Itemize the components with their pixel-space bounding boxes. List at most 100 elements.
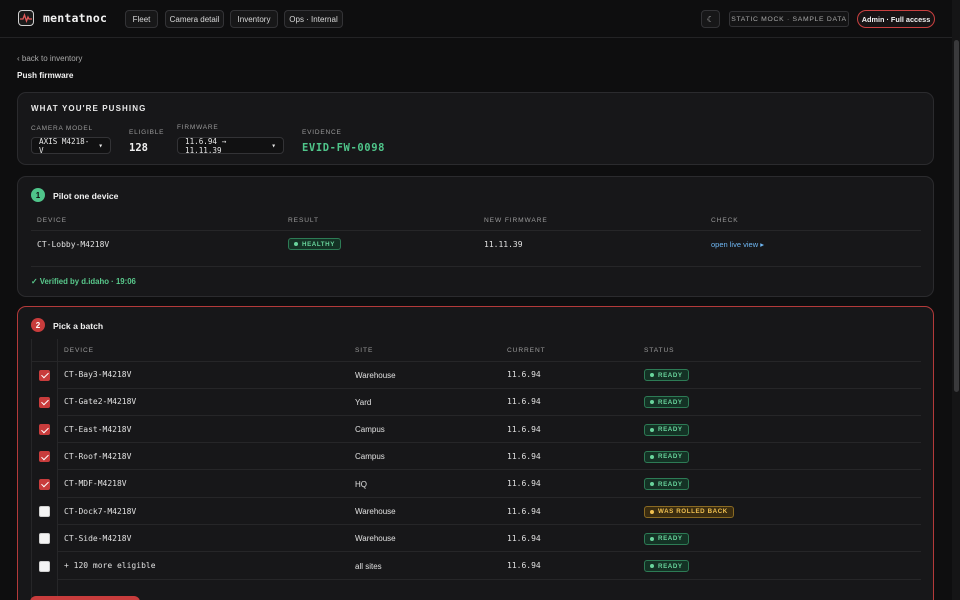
status-dot-icon [650,509,654,514]
step-one-badge: 1 [31,188,45,202]
evidence-label: EVIDENCE [302,129,342,136]
batch-device: CT-Gate2-M4218V [64,397,137,407]
tab-camera-detail[interactable]: Camera detail [165,10,224,28]
row-divider [58,578,921,580]
status-dot-icon [294,242,298,246]
batch-current-firmware: 11.6.94 [507,451,541,461]
step-two-badge: 2 [31,318,45,332]
batch-site: Warehouse [355,370,396,380]
batch-current-firmware: 11.6.94 [507,533,541,543]
batch-device: CT-East-M4218V [64,424,132,434]
row-checkbox[interactable] [39,478,50,490]
column-header: SITE [355,347,374,354]
batch-card: 2 Pick a batch DEVICE SITE CURRENT STATU… [17,306,934,600]
batch-site: Yard [355,397,372,407]
batch-device: CT-Roof-M4218V [64,451,132,461]
chevron-down-icon: ▾ [98,141,103,150]
row-checkbox[interactable] [39,560,50,572]
batch-device: CT-Bay3-M4218V [64,370,132,379]
divider [31,230,921,231]
status-dot-icon [650,400,654,405]
column-header: CURRENT [507,347,546,354]
firmware-select[interactable]: 11.6.94 → 11.11.39 ▾ [177,136,284,155]
top-bar: mentatnoc Fleet Camera detail Inventory … [0,0,952,38]
tab-inventory[interactable]: Inventory [230,10,278,28]
push-summary-heading: WHAT YOU'RE PUSHING [31,104,147,113]
status-badge: READY [644,423,689,436]
status-badge: HEALTHY [288,238,341,250]
row-checkbox[interactable] [39,533,50,545]
tab-ops-internal[interactable]: Ops · Internal [284,10,343,28]
row-divider [58,551,921,553]
tab-fleet[interactable]: Fleet [125,10,158,28]
camera-model-label: CAMERA MODEL [31,125,93,132]
pilot-title: Pilot one device [53,191,119,201]
eligible-label: ELIGIBLE [129,129,165,136]
status-dot-icon [650,454,654,459]
batch-title: Pick a batch [53,321,104,331]
camera-model-select[interactable]: AXIS M4218-V ▾ [31,137,111,155]
status-dot-icon [650,564,654,569]
batch-current-firmware: 11.6.94 [507,506,541,516]
row-divider [58,442,921,444]
status-badge: READY [644,532,689,545]
evidence-id[interactable]: EVID-FW-0098 [302,142,385,154]
status-badge: READY [644,369,689,381]
status-dot-icon [650,482,654,487]
verified-note: ✓ Verified by d.idaho · 19:06 [31,277,136,286]
logo-icon [18,10,34,26]
batch-site: Campus [355,452,385,462]
firmware-value: 11.6.94 → 11.11.39 [185,136,227,155]
status-dot-icon [650,427,654,432]
back-to-inventory-link[interactable]: ‹ back to inventory [17,54,82,63]
column-header: DEVICE [64,347,94,354]
column-header: DEVICE [37,217,67,224]
batch-device: CT-Dock7-M4218V [64,506,137,516]
push-batch-button[interactable] [30,596,140,600]
batch-current-firmware: 11.6.94 [507,424,541,434]
open-live-view-link[interactable]: open live view ▸ [711,240,764,249]
pilot-device: CT-Lobby-M4218V [37,240,110,249]
row-checkbox[interactable] [39,424,50,436]
firmware-label: FIRMWARE [177,124,219,131]
row-divider [58,496,921,498]
role-badge[interactable]: Admin · Full access [857,10,935,28]
batch-current-firmware: 11.6.94 [507,561,541,571]
row-divider [58,524,921,525]
row-checkbox[interactable] [39,396,50,408]
mock-data-badge: STATIC MOCK · SAMPLE DATA [729,11,849,27]
pilot-card: 1 Pilot one device DEVICE RESULT NEW FIR… [17,176,934,297]
row-divider [58,414,921,416]
batch-device: CT-Side-M4218V [64,533,132,543]
column-header: CHECK [711,217,739,224]
push-summary-card: WHAT YOU'RE PUSHING CAMERA MODEL AXIS M4… [17,92,934,165]
batch-site: HQ [355,479,367,489]
status-badge: READY [644,450,689,463]
batch-current-firmware: 11.6.94 [507,397,541,407]
column-header: STATUS [644,347,675,354]
status-dot-icon [650,373,654,377]
status-badge: READY [644,478,689,491]
batch-site: Campus [355,425,385,435]
chevron-down-icon: ▾ [271,141,276,150]
row-checkbox[interactable] [39,451,50,463]
app-name: mentatnoc [43,11,108,25]
column-header: NEW FIRMWARE [484,217,548,224]
divider [31,361,921,362]
batch-site: Warehouse [355,534,396,544]
batch-site: all sites [355,561,382,571]
row-checkbox[interactable] [39,369,50,381]
batch-device: + 120 more eligible [64,561,156,571]
batch-current-firmware: 11.6.94 [507,479,541,489]
row-checkbox[interactable] [39,506,50,517]
pilot-new-firmware: 11.11.39 [484,240,523,249]
status-badge: READY [644,396,689,409]
column-header: RESULT [288,217,319,224]
divider [31,266,921,267]
row-divider [58,469,921,471]
page-title: Push firmware [17,71,74,80]
theme-toggle-button[interactable]: ☾ [701,10,720,28]
scrollbar-thumb[interactable] [954,40,959,392]
eligible-count: 128 [129,142,148,154]
row-divider [58,387,921,389]
